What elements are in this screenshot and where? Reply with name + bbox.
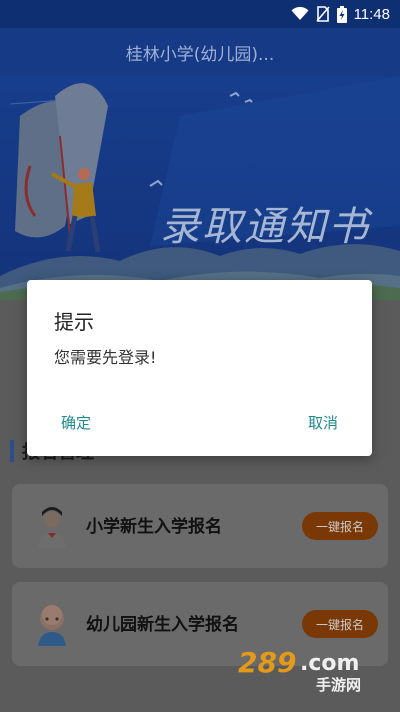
wifi-icon — [291, 7, 309, 20]
watermark-sub: 手游网 — [316, 676, 361, 692]
app-header: 桂林小学(幼儿园)... — [0, 28, 400, 76]
card-label: 幼儿园新生入学报名 — [86, 615, 239, 635]
status-time: 11:48 — [353, 5, 390, 23]
dialog-title: 提示 — [54, 310, 94, 334]
child-avatar-icon — [38, 605, 66, 646]
watermark-number: 289 — [238, 646, 296, 679]
banner-illustration — [0, 76, 400, 300]
boy-avatar-icon — [38, 507, 66, 548]
watermark-suffix: .com — [300, 651, 359, 676]
section-accent-bar — [10, 440, 14, 462]
status-icons: 11:48 — [291, 4, 390, 24]
banner-heading: 录取通知书 — [160, 204, 370, 250]
primary-register-button[interactable]: 一键报名 — [302, 512, 378, 540]
confirm-button[interactable]: 确定 — [61, 412, 91, 433]
no-sim-icon — [315, 6, 330, 22]
login-prompt-dialog: 提示 您需要先登录! 确定 取消 — [27, 280, 372, 456]
admission-banner: 录取通知书 — [0, 76, 400, 300]
page-title: 桂林小学(幼儿园)... — [125, 45, 275, 65]
battery-charging-icon — [336, 5, 347, 23]
kindergarten-register-button[interactable]: 一键报名 — [302, 610, 378, 638]
status-bar: 11:48 — [0, 0, 400, 28]
cancel-button[interactable]: 取消 — [308, 412, 338, 433]
dialog-message: 您需要先登录! — [54, 348, 157, 367]
card-label: 小学新生入学报名 — [86, 517, 222, 537]
site-watermark-logo: 289 .com 手游网 — [238, 646, 361, 692]
primary-school-card[interactable]: 小学新生入学报名 一键报名 — [12, 484, 388, 568]
